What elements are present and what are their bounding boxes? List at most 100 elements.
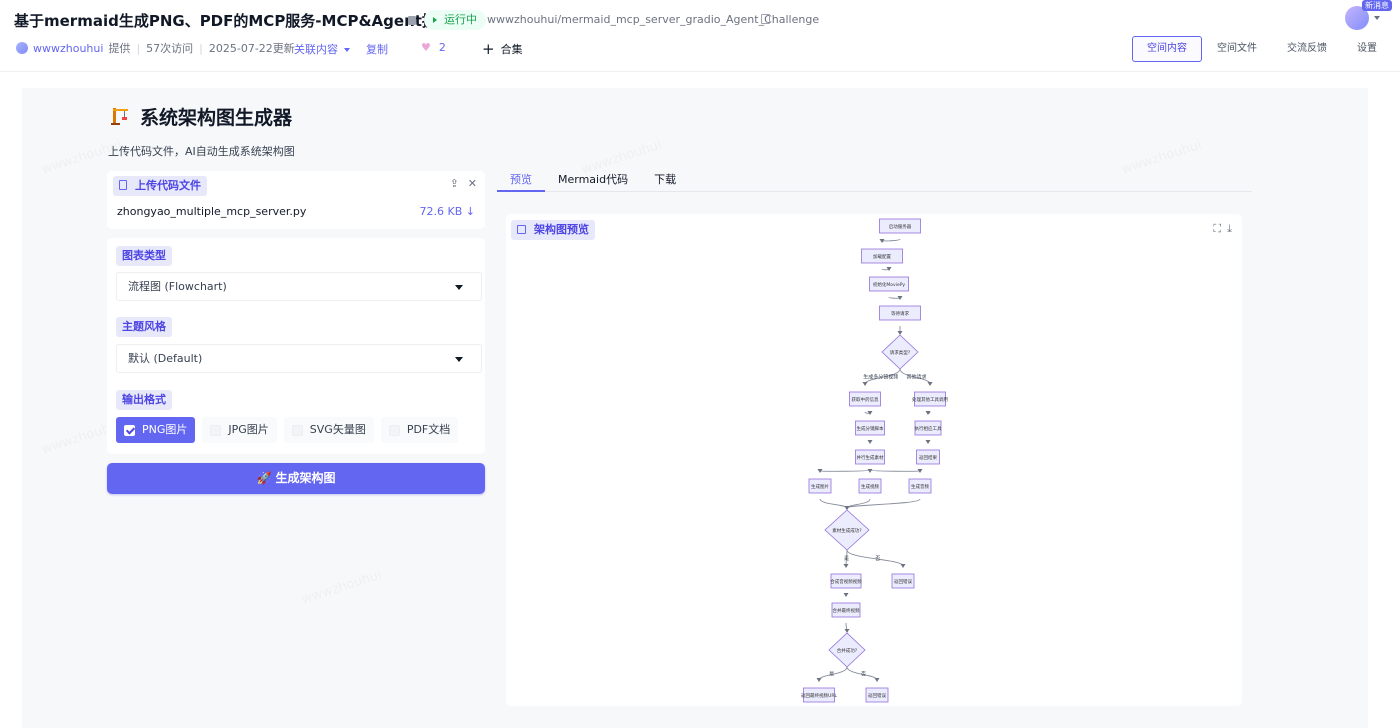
divider: | — [136, 41, 141, 55]
tab-mermaid-code[interactable]: Mermaid代码 — [545, 170, 641, 192]
output-format-group: PNG图片 JPG图片 SVG矢量图 PDF文档 — [116, 417, 459, 443]
flowchart-node-label: 初始化MoviePy — [873, 281, 906, 288]
author-avatar — [16, 42, 28, 54]
tab-preview[interactable]: 预览 — [497, 170, 545, 192]
format-label: SVG矢量图 — [309, 423, 366, 436]
flowchart-arrowhead — [862, 382, 868, 386]
flowchart-arrowhead — [886, 267, 892, 271]
tab-feedback[interactable]: 交流反馈 — [1272, 36, 1342, 62]
flowchart-node-label: 生成视频 — [861, 483, 879, 490]
format-label: PDF文档 — [406, 423, 451, 436]
running-status-badge: 运行中 — [424, 10, 486, 30]
theme-value: 默认 (Default) — [128, 352, 203, 365]
format-label: PNG图片 — [142, 423, 188, 436]
flowchart-node-label: 返回错误 — [868, 692, 886, 699]
flowchart-arrowhead — [927, 382, 933, 386]
flowchart-node-label: 加载配置 — [873, 253, 891, 260]
flowchart-arrowhead — [867, 469, 873, 473]
close-icon[interactable]: ✕ — [468, 177, 477, 190]
flowchart-node-label: 处理其他工具调用 — [912, 396, 948, 403]
related-content-dropdown[interactable]: 关联内容 — [294, 41, 350, 57]
heart-icon: ♥ — [421, 41, 431, 54]
space-header: 基于mermaid生成PNG、PDF的MCP服务-MCP&Agent挑战赛 运行… — [0, 0, 1400, 72]
flowchart-node-label: 返回最终视频URL — [801, 692, 837, 699]
uploaded-file-name[interactable]: zhongyao_multiple_mcp_server.py — [117, 205, 306, 218]
format-label: JPG图片 — [228, 423, 269, 436]
tab-space-files[interactable]: 空间文件 — [1202, 36, 1272, 62]
flowchart-edge — [846, 498, 921, 509]
app-title: 系统架构图生成器 — [140, 107, 293, 129]
flowchart-node-label: 启动服务器 — [889, 223, 912, 230]
chevron-down-icon — [455, 357, 463, 362]
play-icon — [433, 17, 438, 23]
flowchart-node-label: 并行生成素材 — [857, 454, 884, 461]
format-jpg-checkbox[interactable]: JPG图片 — [202, 417, 277, 443]
chart-type-value: 流程图 (Flowchart) — [128, 280, 227, 293]
space-title: 基于mermaid生成PNG、PDF的MCP服务-MCP&Agent挑战赛 — [14, 12, 467, 30]
flowchart-node-label: 生成音频 — [911, 483, 929, 490]
upload-label: 上传代码文件 — [113, 176, 207, 196]
theme-label: 主题风格 — [116, 317, 172, 337]
construction-crane-icon — [111, 108, 128, 125]
generate-diagram-button[interactable]: 🚀 生成架构图 — [107, 463, 485, 494]
upload-label-text: 上传代码文件 — [135, 179, 201, 192]
collection-label: 合集 — [500, 43, 523, 56]
flowchart-node-label: 合并最终视频 — [833, 607, 860, 614]
file-icon — [119, 180, 127, 190]
add-to-collection-button[interactable]: + 合集 — [482, 40, 523, 58]
diagram-preview-panel: 架构图预览 ⛶ ⤓ 生成多分镜视频 其他请求是否是否启动服务器 加载配置 初始化Movi… — [506, 214, 1242, 706]
copy-icon[interactable] — [761, 14, 770, 24]
flowchart-edge — [869, 469, 921, 472]
tab-download[interactable]: 下载 — [641, 170, 689, 192]
flowchart-node-label: 返回结果 — [919, 454, 937, 461]
chart-type-label: 图表类型 — [116, 246, 172, 266]
flowchart-edge — [819, 498, 848, 509]
uploaded-file-size[interactable]: 72.6 KB ↓ — [420, 205, 475, 218]
format-pdf-checkbox[interactable]: PDF文档 — [380, 417, 459, 443]
copy-space-button[interactable]: 复制 — [366, 41, 388, 57]
app-subtitle: 上传代码文件，AI自动生成系统架构图 — [108, 145, 295, 158]
flowchart-edge-label: 是 — [844, 556, 849, 562]
related-label: 关联内容 — [294, 43, 338, 56]
flowchart-edge-label: 其他请求 — [906, 374, 926, 381]
bookmark-icon[interactable] — [408, 16, 416, 25]
flowchart-arrowhead — [843, 564, 849, 568]
visit-count: 57次访问 — [146, 42, 194, 55]
flowchart-edge — [819, 469, 871, 472]
flowchart-diagram: 生成多分镜视频 其他请求是 否是 否启动服务器加载配置初始化MoviePy等待请求请求… — [801, 218, 948, 703]
flowchart-node-label: 等待请求 — [891, 310, 909, 317]
tab-settings[interactable]: 设置 — [1342, 36, 1392, 62]
chevron-down-icon[interactable] — [1374, 16, 1380, 20]
upload-icon[interactable]: ⇪ — [450, 177, 459, 190]
flowchart-edge — [881, 238, 901, 242]
author-link[interactable]: wwwzhouhui — [33, 42, 103, 55]
flowchart-arrowhead — [843, 593, 849, 597]
checkbox-checked-icon — [124, 424, 135, 436]
like-count: 2 — [438, 41, 446, 54]
flowchart-node-label: 返回错误 — [894, 578, 912, 585]
flowchart-arrowhead — [874, 678, 880, 682]
flowchart-arrowhead — [897, 331, 903, 335]
flowchart-arrowhead — [900, 564, 906, 568]
file-upload-panel: 上传代码文件 ⇪ ✕ zhongyao_multiple_mcp_server.p… — [107, 171, 485, 229]
chevron-down-icon — [455, 285, 463, 290]
tab-space-content[interactable]: 空间内容 — [1132, 36, 1202, 62]
result-tabs: 预览 Mermaid代码 下载 — [497, 170, 1252, 192]
flowchart-node-label: 素材生成成功? — [832, 527, 862, 534]
like-button[interactable]: ♥ 2 — [421, 41, 446, 54]
plus-icon: + — [482, 40, 495, 58]
flowchart-edge-label: 生成多分镜视频 — [863, 374, 898, 381]
format-svg-checkbox[interactable]: SVG矢量图 — [283, 417, 374, 443]
flowchart-node-label: 执行相应工具 — [915, 425, 942, 432]
chart-type-select[interactable]: 流程图 (Flowchart) — [116, 272, 482, 301]
flowchart-node-label: 获取中药信息 — [852, 396, 879, 403]
format-png-checkbox[interactable]: PNG图片 — [116, 417, 196, 443]
flowchart-node-label: 请求类型? — [890, 349, 911, 356]
flowchart-arrowhead — [867, 440, 873, 444]
flowchart-node-label: 生成图片 — [811, 483, 829, 490]
flowchart-arrowhead — [816, 678, 822, 682]
flowchart-edge-label: 否 — [861, 672, 866, 678]
flowchart-edge-label: 否 — [875, 556, 880, 562]
divider: | — [199, 41, 203, 55]
theme-select[interactable]: 默认 (Default) — [116, 344, 482, 373]
